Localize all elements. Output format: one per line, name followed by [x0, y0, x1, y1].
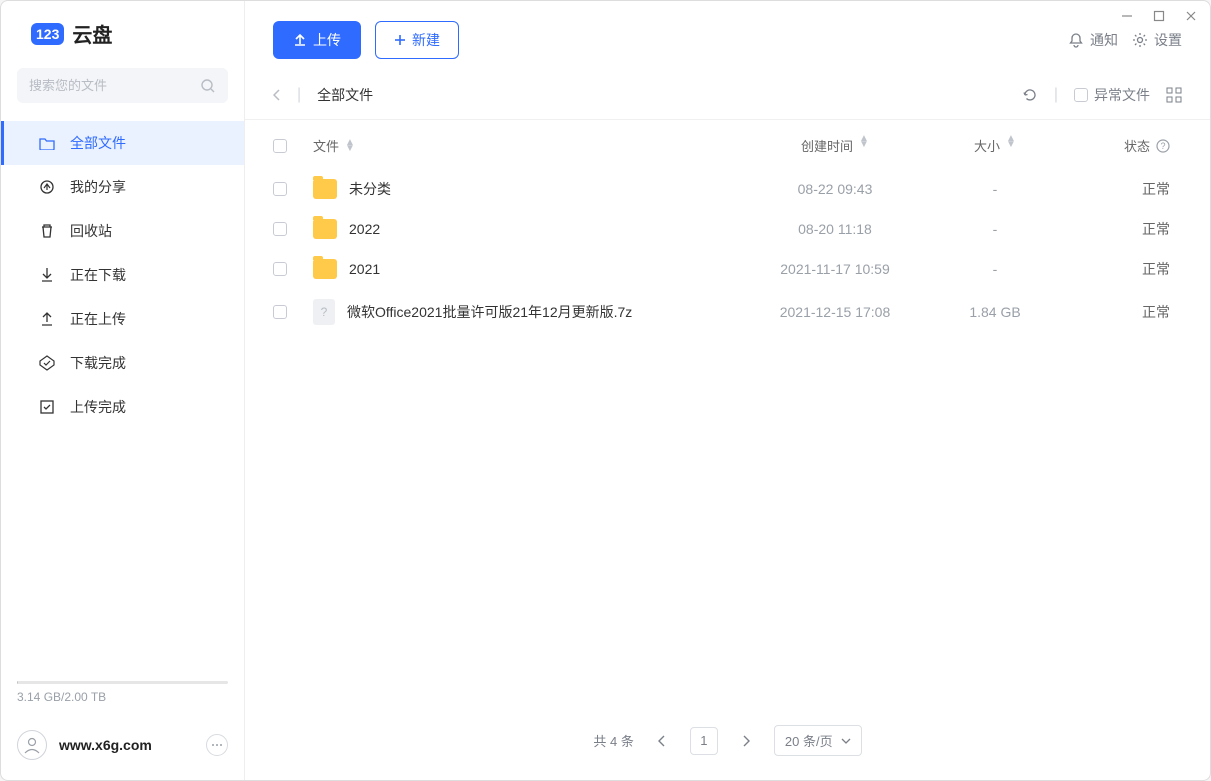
- sort-icon: ▲▼: [345, 140, 355, 152]
- search-input[interactable]: [17, 68, 228, 103]
- col-created[interactable]: 创建时间 ▲▼: [740, 136, 930, 155]
- toolbar-sep: |: [1054, 86, 1058, 104]
- nav-label: 正在下载: [70, 265, 126, 285]
- sort-icon: ▲▼: [859, 136, 869, 155]
- file-status: 正常: [1060, 219, 1170, 239]
- page-size-select[interactable]: 20 条/页: [774, 725, 862, 756]
- nav-downloading[interactable]: 正在下载: [1, 253, 244, 297]
- view-grid-button[interactable]: [1166, 87, 1182, 103]
- logo-badge: 123: [31, 23, 64, 45]
- main-area: 上传 新建 通知 设置 |: [245, 1, 1210, 780]
- nav-upload-done[interactable]: 上传完成: [1, 385, 244, 429]
- download-done-icon: [38, 355, 56, 371]
- upload-done-icon: [38, 399, 56, 415]
- nav-label: 全部文件: [70, 133, 126, 153]
- search-icon: [200, 78, 216, 94]
- avatar[interactable]: [17, 730, 47, 760]
- pagination: 共 4 条 1 20 条/页: [245, 707, 1210, 780]
- file-status: 正常: [1060, 302, 1170, 322]
- file-created: 2021-11-17 10:59: [740, 261, 930, 277]
- total-count: 共 4 条: [593, 731, 633, 750]
- nav-my-share[interactable]: 我的分享: [1, 165, 244, 209]
- nav-all-files[interactable]: 全部文件: [1, 121, 244, 165]
- file-name: 2021: [349, 261, 380, 277]
- nav-uploading[interactable]: 正在上传: [1, 297, 244, 341]
- file-created: 08-22 09:43: [740, 181, 930, 197]
- file-row[interactable]: 未分类 08-22 09:43-正常: [245, 169, 1210, 209]
- folder-icon: [38, 136, 56, 150]
- file-row[interactable]: 2021 2021-11-17 10:59-正常: [245, 249, 1210, 289]
- next-page[interactable]: [732, 727, 760, 755]
- nav-label: 上传完成: [70, 397, 126, 417]
- nav-label: 正在上传: [70, 309, 126, 329]
- file-size: 1.84 GB: [930, 304, 1060, 320]
- page-number[interactable]: 1: [690, 727, 718, 755]
- prev-page[interactable]: [648, 727, 676, 755]
- file-row[interactable]: ? 微软Office2021批量许可版21年12月更新版.7z 2021-12-15…: [245, 289, 1210, 335]
- file-list: 未分类08-22 09:43-正常202208-20 11:18-正常20212…: [245, 169, 1210, 335]
- user-name: www.x6g.com: [59, 737, 194, 753]
- file-status: 正常: [1060, 259, 1170, 279]
- abnormal-filter[interactable]: 异常文件: [1074, 85, 1150, 105]
- svg-text:?: ?: [1160, 141, 1165, 151]
- maximize-button[interactable]: [1152, 9, 1166, 23]
- folder-icon: [313, 219, 337, 239]
- app-logo: 123 云盘: [1, 1, 244, 62]
- row-checkbox[interactable]: [273, 222, 287, 236]
- row-checkbox[interactable]: [273, 182, 287, 196]
- col-size[interactable]: 大小 ▲▼: [930, 136, 1060, 155]
- nav-label: 下载完成: [70, 353, 126, 373]
- file-size: -: [930, 261, 1060, 277]
- nav-label: 回收站: [70, 221, 112, 241]
- breadcrumb-root[interactable]: 全部文件: [317, 85, 373, 105]
- help-icon[interactable]: ?: [1156, 139, 1170, 153]
- upload-icon: [38, 311, 56, 327]
- download-icon: [38, 267, 56, 283]
- file-created: 08-20 11:18: [740, 221, 930, 237]
- folder-icon: [313, 259, 337, 279]
- select-all-checkbox[interactable]: [273, 139, 287, 153]
- file-name: 2022: [349, 221, 380, 237]
- row-checkbox[interactable]: [273, 262, 287, 276]
- storage-bar: [17, 681, 228, 684]
- share-icon: [38, 179, 56, 195]
- breadcrumb-sep: |: [297, 86, 301, 104]
- refresh-button[interactable]: [1022, 87, 1038, 103]
- table-header: 文件 ▲▼ 创建时间 ▲▼ 大小 ▲▼ 状态 ?: [245, 120, 1210, 169]
- col-status: 状态 ?: [1060, 136, 1170, 155]
- sidebar: 123 云盘 全部文件 我的分享 回: [1, 1, 245, 780]
- logo-text: 云盘: [72, 19, 112, 48]
- notify-link[interactable]: 通知: [1068, 30, 1118, 50]
- sort-icon: ▲▼: [1006, 136, 1016, 155]
- nav-label: 我的分享: [70, 177, 126, 197]
- file-name: 微软Office2021批量许可版21年12月更新版.7z: [347, 302, 632, 322]
- abnormal-checkbox[interactable]: [1074, 88, 1088, 102]
- nav-download-done[interactable]: 下载完成: [1, 341, 244, 385]
- trash-icon: [38, 223, 56, 239]
- new-button[interactable]: 新建: [375, 21, 459, 59]
- chevron-down-icon: [841, 738, 851, 744]
- file-row[interactable]: 2022 08-20 11:18-正常: [245, 209, 1210, 249]
- settings-link[interactable]: 设置: [1132, 30, 1182, 50]
- breadcrumb-back[interactable]: [273, 89, 281, 101]
- row-checkbox[interactable]: [273, 305, 287, 319]
- file-name: 未分类: [349, 179, 391, 199]
- storage-text: 3.14 GB/2.00 TB: [17, 690, 228, 704]
- window-controls: [1120, 9, 1198, 23]
- folder-icon: [313, 179, 337, 199]
- file-created: 2021-12-15 17:08: [740, 304, 930, 320]
- file-size: -: [930, 221, 1060, 237]
- nav-recycle[interactable]: 回收站: [1, 209, 244, 253]
- file-status: 正常: [1060, 179, 1170, 199]
- col-file[interactable]: 文件 ▲▼: [313, 136, 740, 155]
- minimize-button[interactable]: [1120, 9, 1134, 23]
- file-icon: ?: [313, 299, 335, 325]
- close-button[interactable]: [1184, 9, 1198, 23]
- file-size: -: [930, 181, 1060, 197]
- user-menu-button[interactable]: [206, 734, 228, 756]
- upload-button[interactable]: 上传: [273, 21, 361, 59]
